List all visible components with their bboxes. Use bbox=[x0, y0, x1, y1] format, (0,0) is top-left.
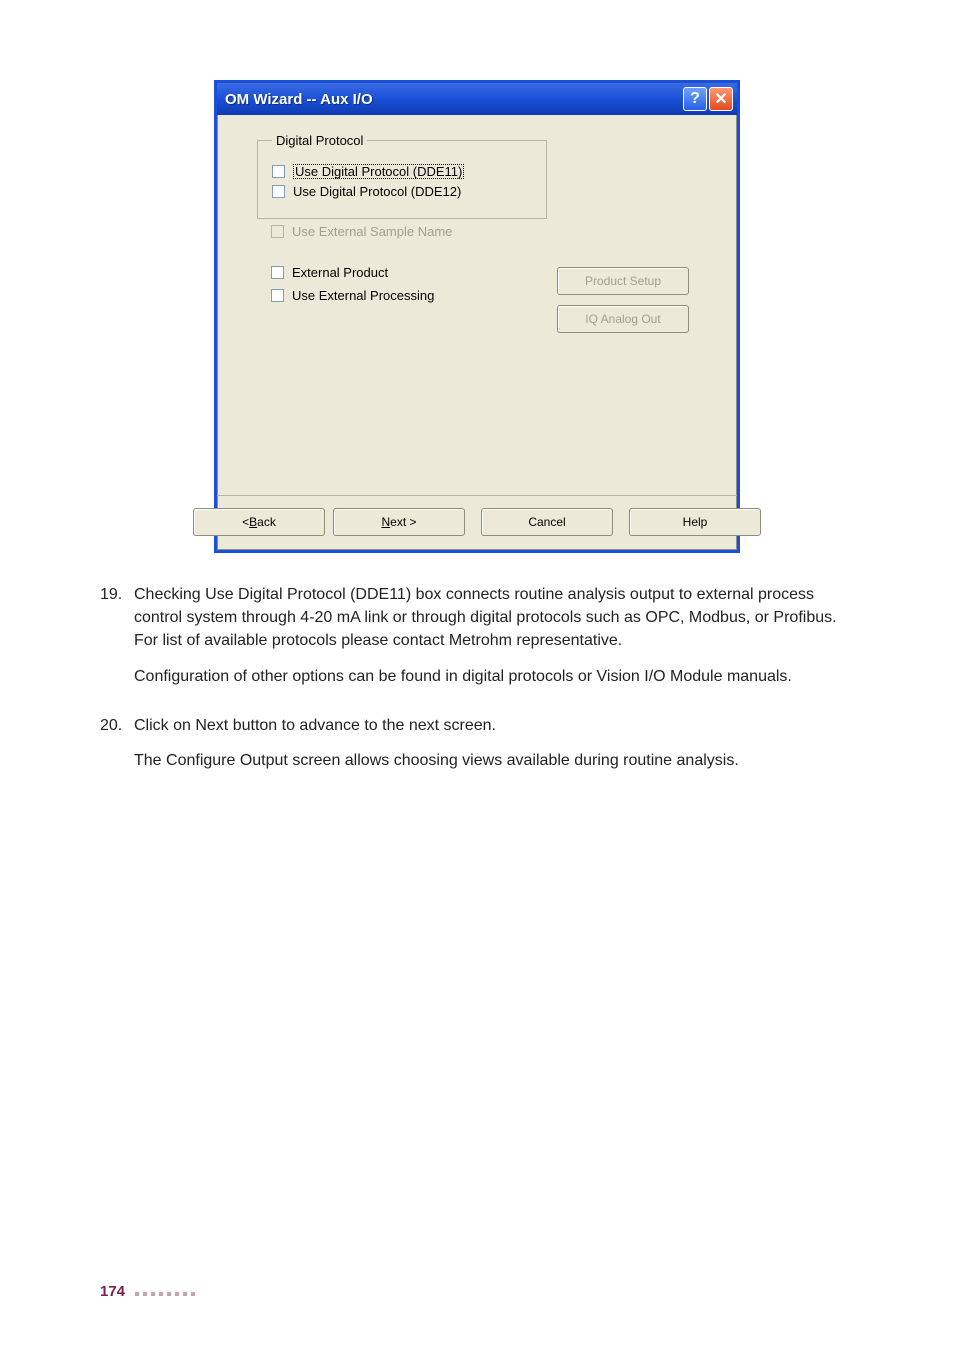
page-footer: 174 bbox=[100, 1283, 199, 1300]
checkbox-label-ext-sample: Use External Sample Name bbox=[292, 225, 452, 238]
checkbox-label-ext-product: External Product bbox=[292, 266, 388, 279]
list-item-20: 20. Click on Next button to advance to t… bbox=[100, 714, 854, 784]
item-number-20: 20. bbox=[100, 714, 134, 784]
help-icon[interactable]: ? bbox=[683, 87, 707, 111]
checkbox-row-dde11[interactable]: Use Digital Protocol (DDE11) bbox=[272, 164, 532, 179]
group-legend: Digital Protocol bbox=[272, 133, 367, 148]
back-button[interactable]: < Back bbox=[193, 508, 325, 536]
item19-paragraph2: Configuration of other options can be fo… bbox=[134, 665, 854, 688]
checkbox-row-ext-sample: Use External Sample Name bbox=[271, 225, 715, 238]
footer-dots bbox=[135, 1283, 199, 1300]
page: OM Wizard -- Aux I/O ? ✕ Digital Protoco… bbox=[0, 0, 954, 1350]
checkbox-label-ext-processing: Use External Processing bbox=[292, 289, 434, 302]
checkbox-label-dde12: Use Digital Protocol (DDE12) bbox=[293, 185, 461, 198]
group-digital-protocol: Digital Protocol Use Digital Protocol (D… bbox=[257, 133, 547, 219]
page-number: 174 bbox=[100, 1283, 125, 1300]
iq-analog-out-button: IQ Analog Out bbox=[557, 305, 689, 333]
document-list: 19. Checking Use Digital Protocol (DDE11… bbox=[100, 583, 854, 784]
item-body-19: Checking Use Digital Protocol (DDE11) bo… bbox=[134, 583, 854, 700]
side-buttons: Product Setup IQ Analog Out bbox=[557, 267, 689, 333]
next-button[interactable]: Next > bbox=[333, 508, 465, 536]
dialog-titlebar: OM Wizard -- Aux I/O ? ✕ bbox=[217, 83, 737, 115]
checkbox-ext-product[interactable] bbox=[271, 266, 284, 279]
item20-paragraph2: The Configure Output screen allows choos… bbox=[134, 749, 739, 772]
item20-paragraph1: Click on Next button to advance to the n… bbox=[134, 714, 739, 737]
list-item-19: 19. Checking Use Digital Protocol (DDE11… bbox=[100, 583, 854, 700]
item19-paragraph1: Checking Use Digital Protocol (DDE11) bo… bbox=[134, 583, 854, 653]
titlebar-buttons: ? ✕ bbox=[683, 87, 733, 111]
close-icon[interactable]: ✕ bbox=[709, 87, 733, 111]
dialog-om-wizard-aux-io: OM Wizard -- Aux I/O ? ✕ Digital Protoco… bbox=[214, 80, 740, 553]
checkbox-row-dde12[interactable]: Use Digital Protocol (DDE12) bbox=[272, 185, 532, 198]
checkbox-label-dde11: Use Digital Protocol (DDE11) bbox=[293, 164, 464, 179]
checkbox-ext-processing[interactable] bbox=[271, 289, 284, 302]
dialog-title: OM Wizard -- Aux I/O bbox=[225, 91, 683, 108]
cancel-button[interactable]: Cancel bbox=[481, 508, 613, 536]
help-button[interactable]: Help bbox=[629, 508, 761, 536]
item-number-19: 19. bbox=[100, 583, 134, 700]
checkbox-ext-sample bbox=[271, 225, 284, 238]
checkbox-dde12[interactable] bbox=[272, 185, 285, 198]
item-body-20: Click on Next button to advance to the n… bbox=[134, 714, 739, 784]
wizard-buttons: < Back Next > Cancel Help bbox=[217, 495, 737, 550]
product-setup-button: Product Setup bbox=[557, 267, 689, 295]
checkbox-dde11[interactable] bbox=[272, 165, 285, 178]
dialog-body: Digital Protocol Use Digital Protocol (D… bbox=[217, 115, 737, 495]
